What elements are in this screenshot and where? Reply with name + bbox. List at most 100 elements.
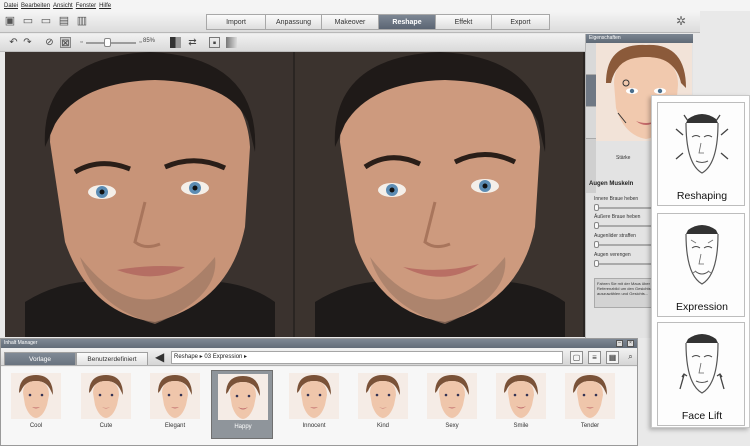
slider-4-thumb[interactable] <box>594 260 599 267</box>
reset-icon[interactable]: ⊘ <box>44 37 55 48</box>
main-toolbar: ▣ ▭ ▭ ▤ ▥ Import Anpassung Makeover Resh… <box>0 11 700 33</box>
before-photo[interactable] <box>5 52 293 337</box>
content-manager-title: Inhalt Manager <box>1 339 637 348</box>
preset-tender[interactable]: Tender <box>559 370 621 439</box>
staerke-label: Stärke <box>616 155 631 161</box>
preset-image <box>218 374 268 420</box>
vtab-reset-icon[interactable] <box>586 107 596 139</box>
back-arrow-icon[interactable]: ◀ <box>155 351 167 363</box>
card-label: Expression <box>676 301 728 313</box>
slider-3[interactable] <box>594 241 652 248</box>
expression-face-icon <box>685 225 719 285</box>
slider-4[interactable] <box>594 260 652 267</box>
reshaping-face-icon <box>675 114 729 174</box>
preset-label: Smile <box>513 423 529 429</box>
compare-swap-icon[interactable]: ⇄ <box>187 37 198 48</box>
open-folder-icon[interactable]: ▭ <box>22 15 34 27</box>
properties-header: Eigenschaften <box>586 34 693 43</box>
redo-icon[interactable]: ↷ <box>22 37 33 48</box>
edit-toolbar: ↶ ↷ ⊘ ⊠ ▫ ▫ 85% ⇄ ▪ <box>0 34 585 52</box>
content-manager-toolbar: Vorlage Benutzerdefiniert ◀ Reshape ▸ 03… <box>1 349 637 366</box>
preset-image <box>496 373 546 419</box>
tab-reshape[interactable]: Reshape <box>378 14 436 30</box>
properties-vertical-tabs <box>586 43 596 193</box>
save-icon[interactable]: ▤ <box>58 15 70 27</box>
preset-happy[interactable]: Happy <box>211 370 273 439</box>
menu-bar: Datei Bearbeiten Ansicht Fenster Hilfe <box>0 0 750 11</box>
compare-split-icon[interactable] <box>170 37 181 48</box>
menu-fenster[interactable]: Fenster <box>76 3 96 9</box>
undo-icon[interactable]: ↶ <box>8 37 19 48</box>
gradient-view-icon[interactable] <box>226 37 237 48</box>
preset-label: Innocent <box>302 423 326 429</box>
menu-ansicht[interactable]: Ansicht <box>53 3 73 9</box>
card-label: Reshaping <box>676 190 728 202</box>
preset-image <box>427 373 477 419</box>
tab-import[interactable]: Import <box>206 14 266 30</box>
preset-label: Sexy <box>445 423 459 429</box>
section-title: Augen Muskeln <box>589 181 634 187</box>
vtab-muscles[interactable] <box>586 75 596 107</box>
preset-image <box>358 373 408 419</box>
minimize-icon[interactable]: – <box>616 340 623 347</box>
preset-thumbnails: Cool Cute Elegant Happy Innocent Kind Se… <box>1 367 637 445</box>
preset-label: Tender <box>580 423 600 429</box>
after-photo[interactable] <box>295 52 583 337</box>
preset-innocent[interactable]: Innocent <box>283 370 345 439</box>
menu-datei[interactable]: Datei <box>4 3 18 9</box>
preset-label: Kind <box>376 423 389 429</box>
vtab-face-icon[interactable] <box>586 43 596 75</box>
preset-smile[interactable]: Smile <box>490 370 552 439</box>
save-preset-icon[interactable]: ▢ <box>570 351 583 364</box>
slider-2-thumb[interactable] <box>594 222 599 229</box>
new-file-icon[interactable]: ▣ <box>4 15 16 27</box>
fit-icon[interactable]: ⊠ <box>60 37 71 49</box>
menu-bearbeiten[interactable]: Bearbeiten <box>21 3 50 9</box>
preset-elegant[interactable]: Elegant <box>144 370 206 439</box>
zoom-slider-thumb[interactable] <box>104 38 111 47</box>
tab-export[interactable]: Export <box>491 14 550 30</box>
slider-label-2: Äußere Braue heben <box>594 214 641 220</box>
zoom-slider-track[interactable] <box>86 42 136 44</box>
preset-image <box>565 373 615 419</box>
save-as-icon[interactable]: ▥ <box>76 15 88 27</box>
preset-cute[interactable]: Cute <box>75 370 137 439</box>
close-icon[interactable]: × <box>627 340 634 347</box>
grid-view-icon[interactable]: ▦ <box>606 351 619 364</box>
search-icon[interactable]: ⌕ <box>624 351 637 364</box>
slider-label-4: Augen verengen <box>594 252 631 258</box>
face-lift-face-icon <box>679 334 725 394</box>
single-view-icon[interactable]: ▪ <box>209 37 220 49</box>
photo-canvas[interactable] <box>5 52 585 337</box>
path-breadcrumb[interactable]: Reshape ▸ 03 Expression ▸ <box>171 351 563 364</box>
preset-label: Happy <box>234 424 252 430</box>
slider-label-1: Innere Braue heben <box>594 196 639 202</box>
slider-2[interactable] <box>594 222 652 229</box>
folder-icon[interactable]: ▭ <box>40 15 52 27</box>
tab-effekt[interactable]: Effekt <box>435 14 492 30</box>
slider-1[interactable] <box>594 204 652 211</box>
preset-label: Elegant <box>164 423 186 429</box>
feature-reshaping: Reshaping <box>657 102 745 206</box>
tab-benutzerdefiniert[interactable]: Benutzerdefiniert <box>76 352 148 365</box>
slider-3-thumb[interactable] <box>594 241 599 248</box>
tab-anpassung[interactable]: Anpassung <box>265 14 322 30</box>
app-window: Datei Bearbeiten Ansicht Fenster Hilfe ▣… <box>0 0 750 446</box>
preset-image <box>289 373 339 419</box>
preset-cool[interactable]: Cool <box>5 370 67 439</box>
preset-sexy[interactable]: Sexy <box>421 370 483 439</box>
slider-1-thumb[interactable] <box>594 204 599 211</box>
list-view-icon[interactable]: ≡ <box>588 351 601 364</box>
preset-label: Cool <box>29 423 43 429</box>
tab-vorlage[interactable]: Vorlage <box>4 352 76 365</box>
slider-label-3: Augenlider straffen <box>594 233 636 239</box>
workflow-tabs: Import Anpassung Makeover Reshape Effekt… <box>206 14 550 30</box>
preset-image <box>150 373 200 419</box>
preset-image <box>81 373 131 419</box>
zoom-level: 85% <box>143 38 156 44</box>
gear-icon[interactable]: ✲ <box>676 15 689 28</box>
preset-kind[interactable]: Kind <box>352 370 414 439</box>
card-label: Face Lift <box>681 410 723 422</box>
tab-makeover[interactable]: Makeover <box>321 14 379 30</box>
menu-hilfe[interactable]: Hilfe <box>99 3 111 9</box>
